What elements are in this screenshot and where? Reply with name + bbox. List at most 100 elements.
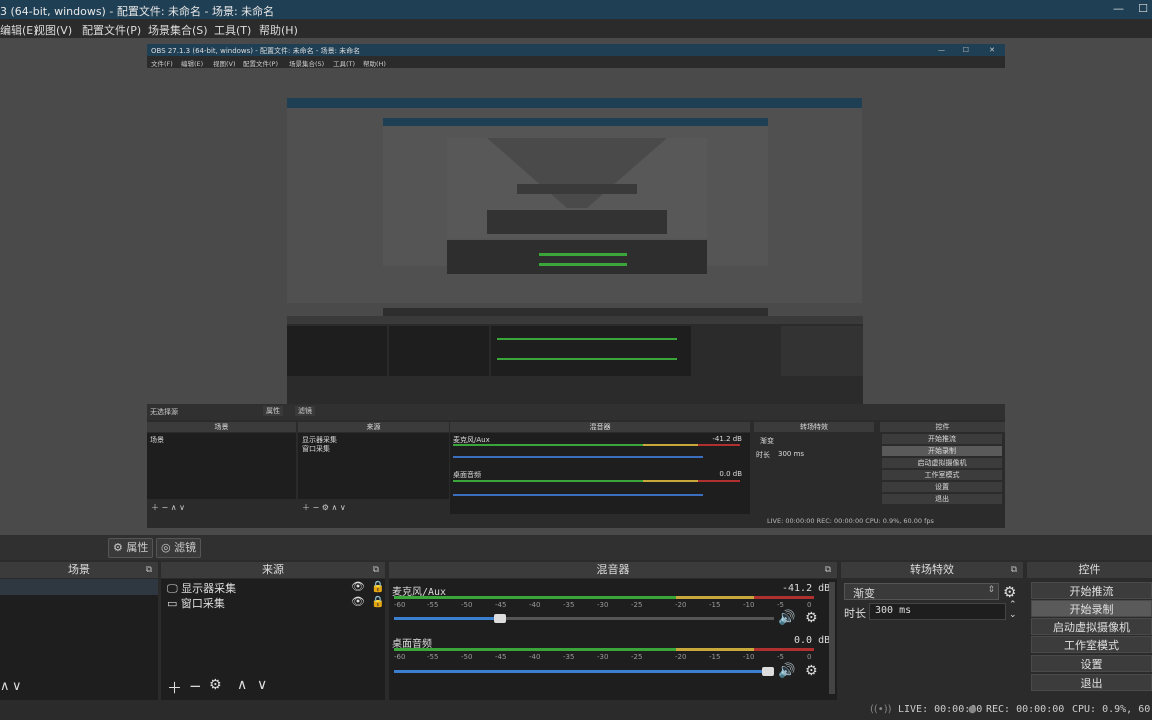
gear-icon: ⚙ bbox=[113, 541, 123, 554]
nested-scenes-controls: ＋ − ∧ ∨ bbox=[151, 503, 186, 512]
gear-icon[interactable]: ⚙ bbox=[209, 677, 222, 693]
duration-value: 300 ms bbox=[875, 605, 912, 616]
menu-profile[interactable]: 配置文件(P) bbox=[82, 22, 141, 38]
source-item-display[interactable]: 🖵 显示器采集 bbox=[167, 580, 236, 596]
desktop-volume-slider[interactable] bbox=[394, 667, 774, 676]
live-indicator-icon: ((•)) bbox=[870, 704, 892, 715]
duration-label: 时长 bbox=[844, 607, 866, 620]
undock-icon[interactable]: ⧉ bbox=[1011, 562, 1017, 578]
source-item-window[interactable]: ▭ 窗口采集 bbox=[167, 595, 225, 611]
mixer-scrollbar[interactable] bbox=[829, 582, 835, 694]
menu-view[interactable]: 视图(V) bbox=[34, 22, 72, 38]
exit-button[interactable]: 退出 bbox=[1031, 674, 1152, 691]
nested-properties-button: 属性 bbox=[263, 406, 283, 416]
source-name: 显示器采集 bbox=[181, 582, 237, 595]
nested-source-item: 窗口采集 bbox=[302, 445, 330, 453]
nested-track-name: 桌面音频 bbox=[453, 471, 481, 479]
nested-control-button: 启动虚拟摄像机 bbox=[882, 458, 1002, 468]
transitions-dock: 转场特效 ⧉ 渐变 ⇕ ⚙ 时长 300 ms ⌃ ⌄ bbox=[841, 562, 1023, 700]
source-toolbar: ⚙ 属性 ◎ 滤镜 bbox=[0, 535, 1152, 560]
properties-button[interactable]: ⚙ 属性 bbox=[108, 538, 154, 558]
nested-control-button: 退出 bbox=[882, 494, 1002, 504]
maximize-icon[interactable]: ☐ bbox=[1138, 2, 1148, 15]
mixer-dock-header: 混音器 ⧉ bbox=[389, 562, 837, 578]
transition-select[interactable]: 渐变 ⇕ bbox=[844, 583, 999, 600]
nested-maximize-icon: ☐ bbox=[962, 46, 969, 54]
menu-edit[interactable]: 编辑(E) bbox=[0, 22, 38, 38]
status-bar: ((•)) LIVE: 00:00:00 ● REC: 00:00:00 CPU… bbox=[0, 700, 1152, 720]
move-down-icon[interactable]: ∨ bbox=[12, 679, 22, 694]
nested-control-button: 开始录制 bbox=[882, 446, 1002, 456]
cpu-fps: CPU: 0.9%, 60.00 bbox=[1072, 704, 1152, 715]
menu-bar: 编辑(E) 视图(V) 配置文件(P) 场景集合(S) 工具(T) 帮助(H) bbox=[0, 19, 1152, 38]
undock-icon[interactable]: ⧉ bbox=[825, 562, 831, 578]
speaker-icon[interactable]: 🔊 bbox=[778, 663, 795, 679]
nested-menu-item: 场景集合(S) bbox=[289, 60, 325, 68]
menu-help[interactable]: 帮助(H) bbox=[259, 22, 298, 38]
move-up-icon[interactable]: ∧ bbox=[237, 677, 247, 693]
move-down-icon[interactable]: ∨ bbox=[257, 677, 267, 693]
mic-volume-handle[interactable] bbox=[494, 614, 506, 623]
menu-tools[interactable]: 工具(T) bbox=[214, 22, 251, 38]
undock-icon[interactable]: ⧉ bbox=[373, 562, 379, 578]
minimize-icon[interactable]: — bbox=[1113, 2, 1124, 15]
mic-meter-red bbox=[754, 596, 814, 599]
desktop-volume-handle[interactable] bbox=[762, 667, 774, 676]
nested-minimize-icon: — bbox=[938, 46, 945, 54]
add-icon[interactable]: ＋ bbox=[167, 677, 182, 698]
mic-volume-slider[interactable] bbox=[394, 614, 774, 623]
nested-mixer-title: 混音器 bbox=[450, 422, 750, 432]
lock-icon[interactable]: 🔒 bbox=[371, 595, 385, 608]
stepper-up-icon[interactable]: ⌃ bbox=[1009, 601, 1017, 610]
stepper-down-icon[interactable]: ⌄ bbox=[1009, 611, 1017, 620]
nested-sources-title: 来源 bbox=[298, 422, 449, 432]
transitions-dock-title: 转场特效 bbox=[910, 563, 954, 576]
nested-sources-dock: 来源 显示器采集 窗口采集 ＋ − ⚙ ∧ ∨ bbox=[298, 422, 449, 514]
nested-level-docks bbox=[287, 316, 863, 404]
nested-control-button: 开始推流 bbox=[882, 434, 1002, 444]
filters-button[interactable]: ◎ 滤镜 bbox=[156, 538, 202, 558]
source-name: 窗口采集 bbox=[180, 597, 225, 610]
start-virtual-camera-button[interactable]: 启动虚拟摄像机 bbox=[1031, 618, 1152, 635]
duration-input[interactable]: 300 ms bbox=[869, 603, 1006, 620]
nested-preview bbox=[147, 68, 1005, 404]
sources-dock-title: 来源 bbox=[262, 563, 284, 576]
mic-meter-green bbox=[394, 596, 676, 599]
studio-mode-button[interactable]: 工作室模式 bbox=[1031, 636, 1152, 653]
start-recording-button[interactable]: 开始录制 bbox=[1031, 600, 1152, 617]
menu-scene-collection[interactable]: 场景集合(S) bbox=[148, 22, 208, 38]
nested-selected-source: 无选择源 bbox=[150, 408, 178, 416]
desktop-meter-yellow bbox=[676, 648, 754, 651]
speaker-icon[interactable]: 🔊 bbox=[778, 610, 795, 626]
title-bar: 3 (64-bit, windows) - 配置文件: 未命名 - 场景: 未命… bbox=[0, 0, 1152, 19]
filter-icon: ◎ bbox=[161, 541, 171, 554]
controls-dock-title: 控件 bbox=[1078, 563, 1101, 576]
sources-dock: 来源 ⧉ 🖵 显示器采集 👁 🔒 ▭ 窗口采集 👁 🔒 ＋ − ⚙ ∧ ∨ bbox=[161, 562, 385, 700]
scenes-list[interactable] bbox=[0, 579, 158, 700]
monitor-icon: 🖵 bbox=[167, 582, 178, 595]
visibility-eye-icon[interactable]: 👁 bbox=[351, 595, 365, 608]
track-db-mic: -41.2 dB bbox=[782, 583, 831, 594]
nested-track-db: -41.2 dB bbox=[712, 435, 742, 443]
transitions-dock-header: 转场特效 ⧉ bbox=[841, 562, 1023, 578]
nested-title: OBS 27.1.3 (64-bit, windows) - 配置文件: 未命名… bbox=[151, 47, 361, 55]
visibility-eye-icon[interactable]: 👁 bbox=[351, 580, 365, 593]
scene-row-selected[interactable] bbox=[0, 579, 158, 595]
move-up-icon[interactable]: ∧ bbox=[0, 679, 10, 694]
gear-icon[interactable]: ⚙ bbox=[805, 663, 818, 679]
nested-status: LIVE: 00:00:00 REC: 00:00:00 CPU: 0.9%, … bbox=[767, 517, 934, 525]
nested-transitions-title: 转场特效 bbox=[754, 422, 874, 432]
window-title: 3 (64-bit, windows) - 配置文件: 未命名 - 场景: 未命… bbox=[0, 5, 275, 18]
nested-menu-item: 文件(F) bbox=[151, 60, 173, 68]
lock-icon[interactable]: 🔒 bbox=[371, 580, 385, 593]
nested-menu-item: 视图(V) bbox=[213, 60, 236, 68]
gear-icon[interactable]: ⚙ bbox=[1003, 583, 1016, 601]
nested-preview-capture: OBS 27.1.3 (64-bit, windows) - 配置文件: 未命名… bbox=[147, 44, 1005, 528]
gear-icon[interactable]: ⚙ bbox=[805, 610, 818, 626]
nested-menu-item: 编辑(E) bbox=[181, 60, 204, 68]
settings-button[interactable]: 设置 bbox=[1031, 655, 1152, 672]
start-streaming-button[interactable]: 开始推流 bbox=[1031, 582, 1152, 599]
nested-controls-title: 控件 bbox=[880, 422, 1005, 432]
remove-icon[interactable]: − bbox=[189, 677, 202, 695]
undock-icon[interactable]: ⧉ bbox=[146, 562, 152, 578]
